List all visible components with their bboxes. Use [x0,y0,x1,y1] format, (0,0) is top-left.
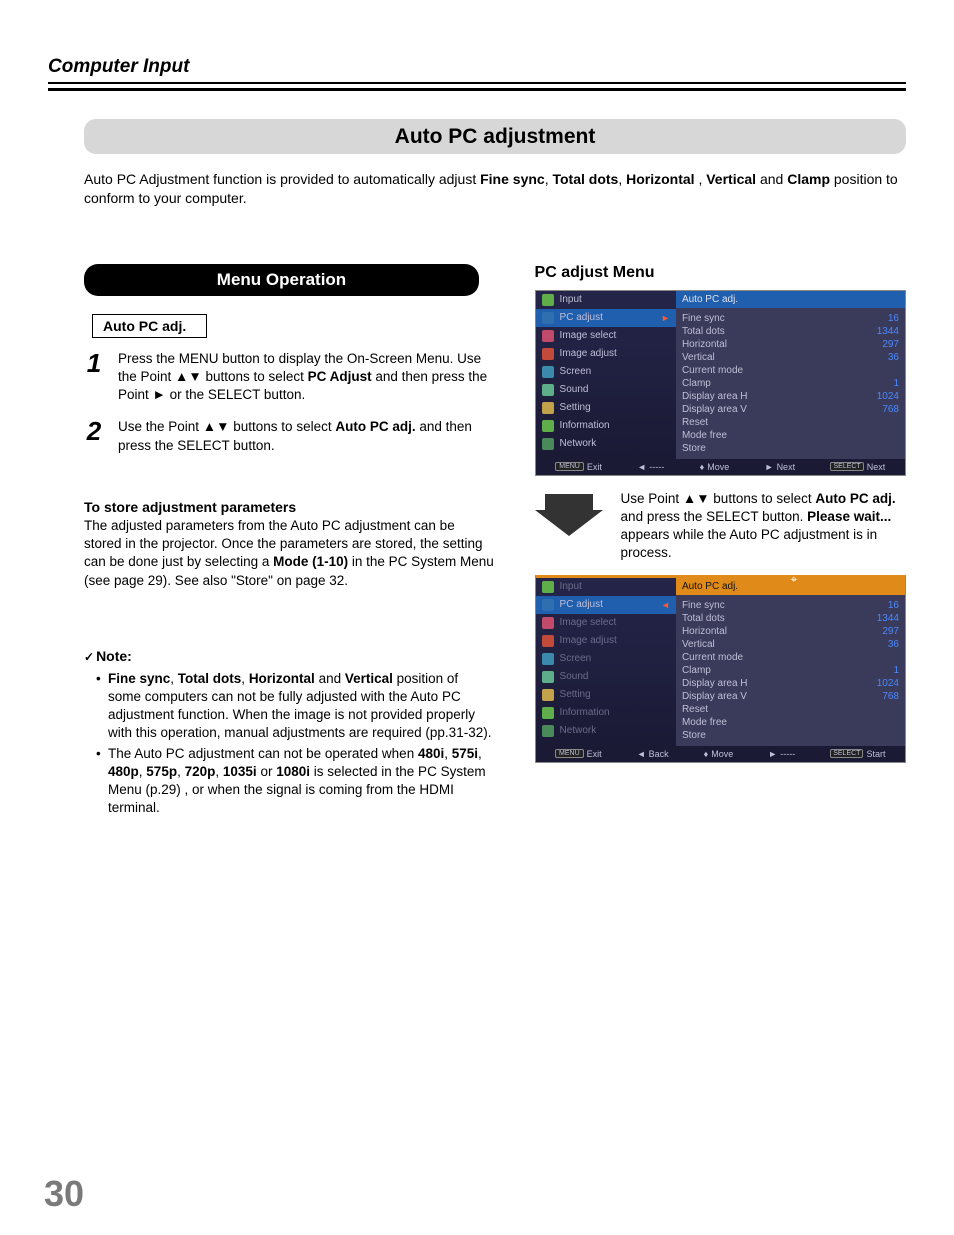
page-title: Auto PC adjustment [84,119,906,154]
note-item: Fine sync, Total dots, Horizontal and Ve… [108,670,495,743]
sidebar-item: Image select [536,327,676,345]
sidebar-item: Information [536,704,676,722]
menu1-footer: MENUExit ◄ ----- ♦ Move ► Next SELECT Ne… [536,459,905,475]
menu-row: Clamp1 [682,664,899,677]
menu-row: Display area H1024 [682,677,899,690]
step-text: Press the MENU button to display the On-… [118,350,495,405]
menu-icon [542,653,554,665]
menu-screenshot-2: InputPC adjust◄Image selectImage adjustS… [535,575,906,763]
menu2-footer: MENUExit ◄ Back ♦ Move ► ----- SELECT St… [536,746,905,762]
menu-row: Store [682,442,899,455]
menu-icon [542,671,554,683]
step-text: Use the Point ▲▼ buttons to select Auto … [118,418,495,454]
sidebar-item: Screen [536,363,676,381]
sidebar-item: PC adjust► [536,309,676,327]
step-number: 2 [84,418,104,454]
menu-row: Reset [682,416,899,429]
sidebar-item: Network [536,722,676,740]
menu-row: Fine sync16 [682,599,899,612]
menu-row: Display area V768 [682,690,899,703]
menu-icon [542,402,554,414]
sidebar-item: PC adjust◄ [536,596,676,614]
menu-icon [542,599,554,611]
menu-icon [542,581,554,593]
sidebar-item: Network [536,435,676,453]
sidebar-item: Input [536,291,676,309]
menu-row: Horizontal297 [682,625,899,638]
menu-icon [542,366,554,378]
sidebar-item: Input [536,578,676,596]
page-number: 30 [44,1173,84,1215]
menu-row: Reset [682,703,899,716]
menu-row: Vertical36 [682,351,899,364]
divider [48,88,906,91]
sidebar-item: Sound [536,668,676,686]
menu-row: Mode free [682,716,899,729]
menu-row: Current mode [682,364,899,377]
menu1-header: Auto PC adj. [676,291,905,308]
pc-adjust-menu-title: PC adjust Menu [535,264,906,282]
step: 2 Use the Point ▲▼ buttons to select Aut… [84,418,495,454]
menu-icon [542,384,554,396]
menu-row: Display area H1024 [682,390,899,403]
menu-icon [542,348,554,360]
menu-row: Mode free [682,429,899,442]
section-header: Computer Input [48,56,906,84]
note-heading: ✓Note: [84,648,495,664]
menu-icon [542,420,554,432]
sidebar-item: Image select [536,614,676,632]
intro-text: Auto PC Adjustment function is provided … [84,170,906,208]
menu-row: Current mode [682,651,899,664]
menu-icon [542,725,554,737]
sidebar-item: Sound [536,381,676,399]
menu-row: Total dots1344 [682,325,899,338]
arrow-instruction: Use Point ▲▼ buttons to select Auto PC a… [621,490,906,563]
menu-icon [542,312,554,324]
step-number: 1 [84,350,104,405]
menu-row: Horizontal297 [682,338,899,351]
notes-list: Fine sync, Total dots, Horizontal and Ve… [84,670,495,818]
menu2-header: Auto PC adj.⌖ [676,578,905,595]
menu-icon [542,635,554,647]
menu-row: Total dots1344 [682,612,899,625]
sidebar-item: Screen [536,650,676,668]
menu-row: Display area V768 [682,403,899,416]
sidebar-item: Setting [536,686,676,704]
menu-screenshot-1: InputPC adjust►Image selectImage adjustS… [535,290,906,476]
menu-icon [542,438,554,450]
menu-icon [542,707,554,719]
menu-row: Vertical36 [682,638,899,651]
menu-operation-heading: Menu Operation [84,264,479,296]
sidebar-item: Image adjust [536,632,676,650]
sidebar-item: Image adjust [536,345,676,363]
menu-icon [542,689,554,701]
store-heading: To store adjustment parameters [84,499,495,515]
menu-icon [542,617,554,629]
menu-icon [542,330,554,342]
note-item: The Auto PC adjustment can not be operat… [108,745,495,818]
menu-row: Fine sync16 [682,312,899,325]
menu-row: Clamp1 [682,377,899,390]
menu-icon [542,294,554,306]
menu-row: Store [682,729,899,742]
store-body: The adjusted parameters from the Auto PC… [84,517,495,590]
step: 1 Press the MENU button to display the O… [84,350,495,405]
sidebar-item: Information [536,417,676,435]
down-arrow-icon [535,490,603,538]
sidebar-item: Setting [536,399,676,417]
auto-pc-adj-box: Auto PC adj. [92,314,207,338]
